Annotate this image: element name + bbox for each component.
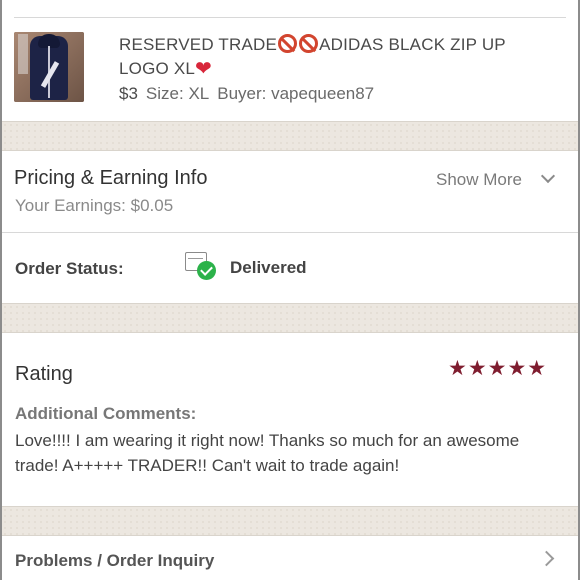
order-status-value: Delivered (230, 258, 307, 277)
top-divider (14, 17, 566, 18)
listing-price: $3 (119, 84, 138, 103)
check-circle-icon (197, 261, 216, 280)
additional-comments-label: Additional Comments: (15, 404, 197, 423)
chevron-down-icon[interactable] (540, 168, 556, 184)
problems-order-inquiry-link[interactable]: Problems / Order Inquiry (15, 551, 214, 571)
pricing-title: Pricing & Earning Info (14, 167, 208, 189)
listing-thumbnail[interactable] (14, 32, 84, 102)
listing-meta: $3 Size: XL Buyer: vapequeen87 (119, 84, 374, 104)
listing-title-text-1: RESERVED TRADE (119, 35, 278, 54)
show-more-button[interactable]: Show More (436, 170, 522, 190)
section-separator (2, 303, 578, 333)
listing-buyer: Buyer: vapequeen87 (217, 84, 375, 103)
left-border (0, 0, 2, 580)
heart-icon: ❤ (195, 58, 213, 80)
section-separator (2, 506, 578, 536)
listing-size: Size: XL (145, 84, 210, 103)
order-status-label: Order Status: (15, 259, 124, 278)
listing-title[interactable]: RESERVED TRADE ADIDAS BLACK ZIP UP LOGO X… (119, 33, 559, 81)
chevron-right-icon[interactable] (538, 550, 555, 567)
additional-comments-text: Love!!!! I am wearing it right now! Than… (15, 431, 520, 475)
section-separator (2, 121, 578, 151)
your-earnings: Your Earnings: $0.05 (15, 196, 174, 215)
rating-title: Rating (15, 363, 73, 385)
rating-stars-icon: ★★★★★ (448, 357, 548, 380)
no-entry-icon (278, 34, 298, 53)
no-entry-icon (299, 34, 319, 53)
pricing-divider (2, 232, 578, 233)
